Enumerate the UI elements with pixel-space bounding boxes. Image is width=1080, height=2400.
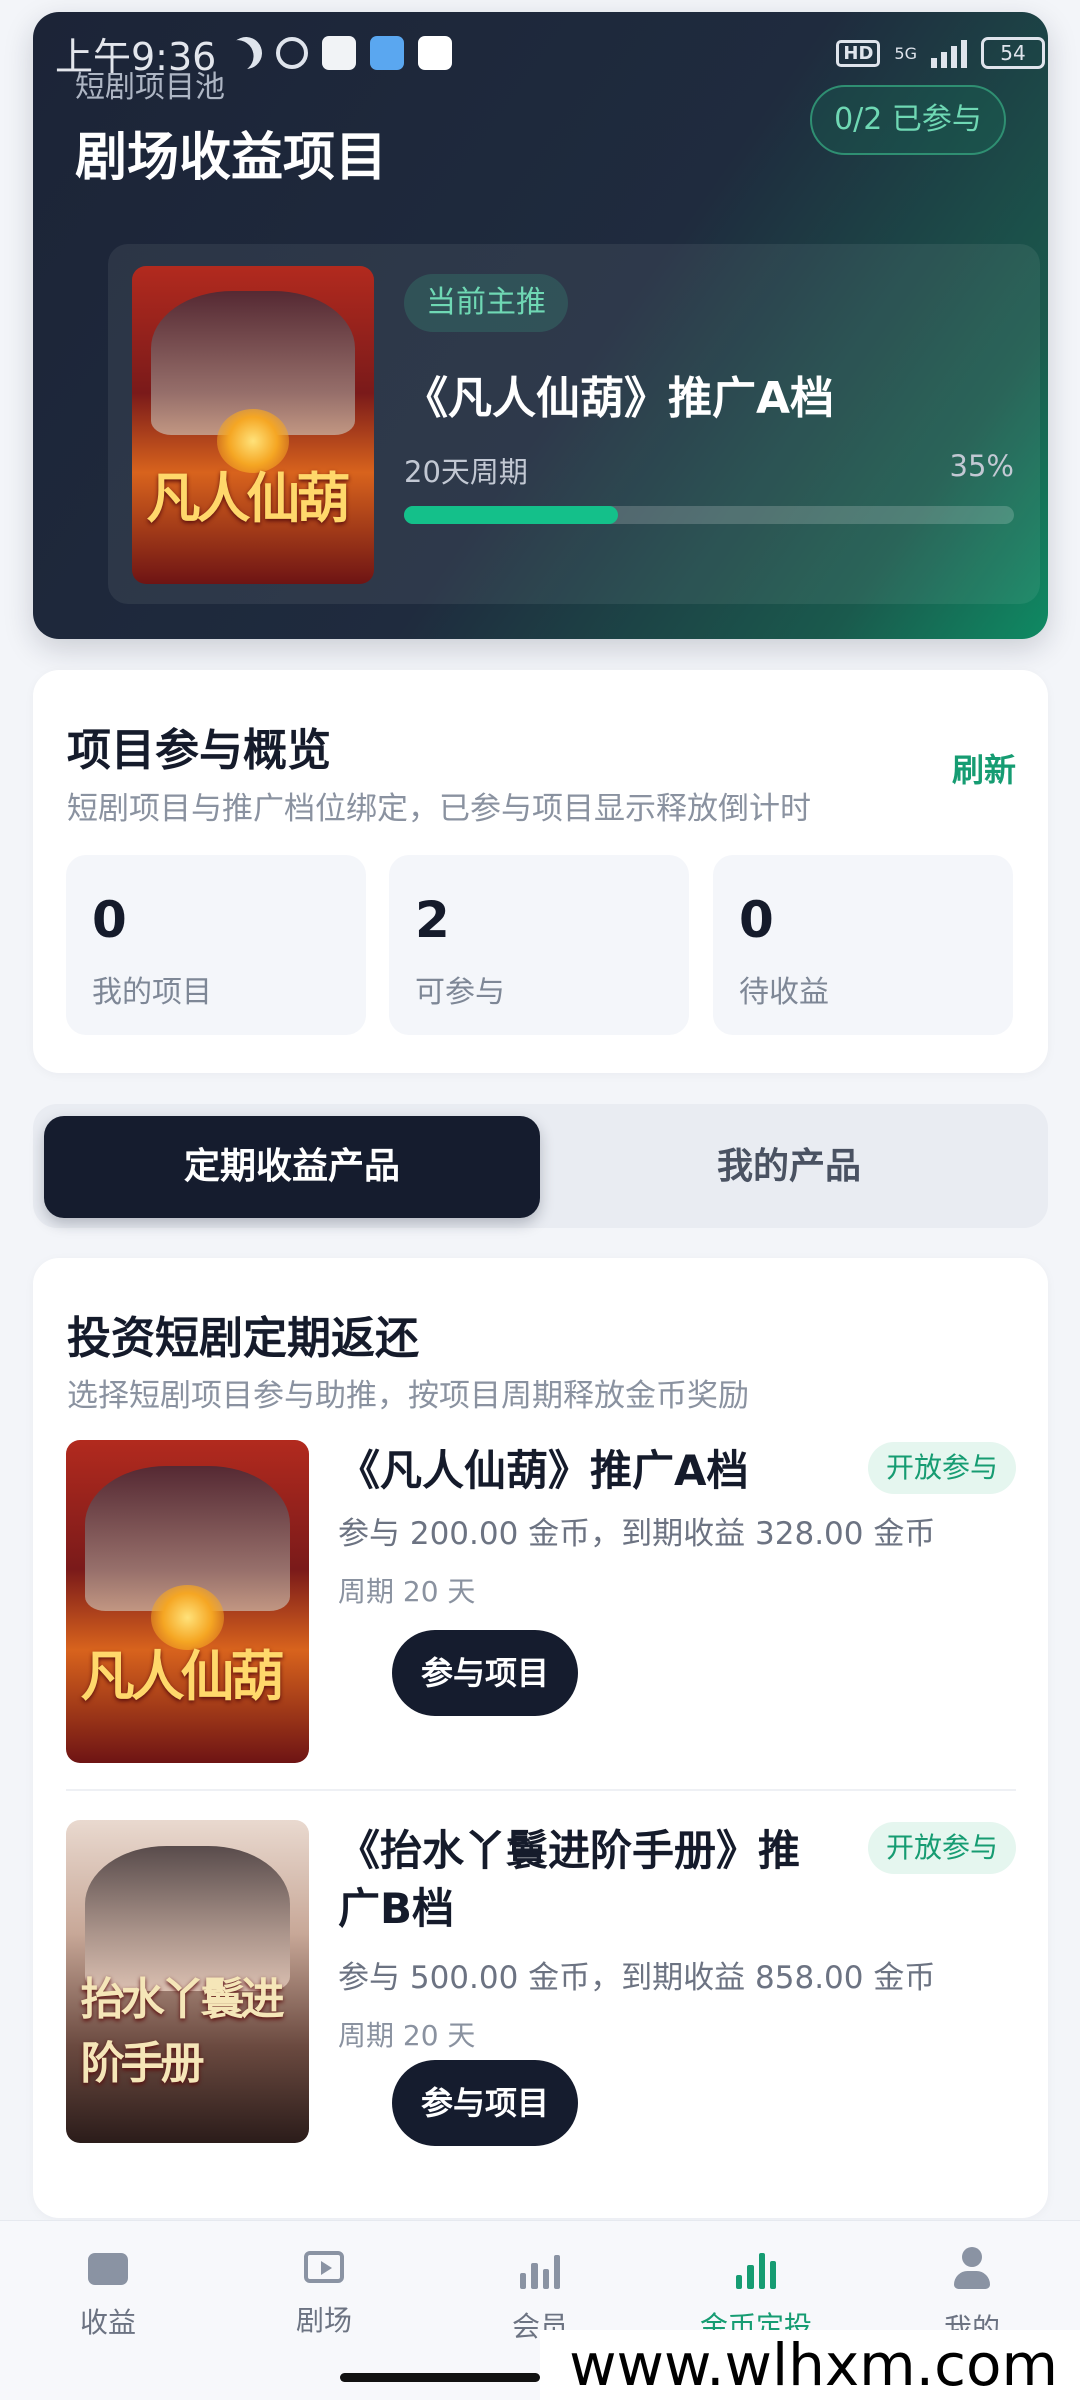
products-card: 投资短剧定期返还 选择短剧项目参与助推，按项目周期释放金币奖励 凡人仙葫 《凡人… xyxy=(33,1258,1048,2218)
watermark: www.wlhxm.com xyxy=(540,2330,1080,2400)
moon-icon xyxy=(226,32,267,73)
home-indicator[interactable] xyxy=(340,2373,540,2382)
participation-badge: 0/2 已参与 xyxy=(810,85,1006,155)
poster-text: 凡人仙葫 xyxy=(80,1644,285,1709)
product-title: 《抬水丫鬟进阶手册》推广B档 xyxy=(338,1826,801,1933)
product-period: 周期 20 天 xyxy=(338,2019,476,2052)
product-title: 《凡人仙葫》推广A档 xyxy=(338,1446,749,1495)
page-title: 剧场收益项目 xyxy=(75,128,388,188)
stat-value: 0 xyxy=(92,891,127,949)
featured-project-title: 《凡人仙葫》推广A档 xyxy=(404,373,835,424)
nav-label: 剧场 xyxy=(295,2304,352,2337)
bar-chart-icon xyxy=(736,2249,776,2289)
featured-project-card[interactable]: 凡人仙葫 当前主推 《凡人仙葫》推广A档 20天周期 35% xyxy=(108,244,1040,604)
overview-card: 项目参与概览 短剧项目与推广档位绑定，已参与项目显示释放倒计时 刷新 0 我的项… xyxy=(33,670,1048,1073)
product-period: 周期 20 天 xyxy=(338,1575,476,1608)
tab-fixed-income-products[interactable]: 定期收益产品 xyxy=(44,1116,540,1218)
stat-my-projects: 0 我的项目 xyxy=(66,855,366,1035)
featured-progress-bar xyxy=(404,506,1014,524)
featured-poster-image: 凡人仙葫 xyxy=(132,266,374,584)
overview-subtitle: 短剧项目与推广档位绑定，已参与项目显示释放倒计时 xyxy=(67,791,811,827)
products-title: 投资短剧定期返还 xyxy=(67,1313,419,1364)
stat-pending-income: 0 待收益 xyxy=(713,855,1013,1035)
divider xyxy=(66,1789,1016,1791)
status-badge: 开放参与 xyxy=(867,1442,1016,1494)
featured-progress-percent: 35% xyxy=(949,449,1014,483)
nav-item-theater[interactable]: 剧场 xyxy=(254,2243,394,2339)
stat-label: 可参与 xyxy=(415,975,505,1010)
stat-label: 待收益 xyxy=(739,975,829,1010)
user-icon xyxy=(952,2247,992,2291)
network-type: 5G xyxy=(894,43,917,63)
battery-icon: 54 xyxy=(981,37,1045,69)
overview-title: 项目参与概览 xyxy=(67,725,331,776)
list-item[interactable]: 凡人仙葫 《凡人仙葫》推广A档 开放参与 参与 200.00 金币，到期收益 3… xyxy=(66,1440,1016,1763)
play-icon xyxy=(304,2251,344,2283)
join-project-button[interactable]: 参与项目 xyxy=(392,2060,578,2146)
stat-value: 0 xyxy=(739,891,774,949)
app-notification-icon xyxy=(322,36,357,70)
poster-text: 抬水丫鬟进阶手册 xyxy=(80,1974,285,2090)
current-featured-tag: 当前主推 xyxy=(404,274,568,332)
poster-text: 凡人仙葫 xyxy=(146,466,351,531)
featured-progress-fill xyxy=(404,506,618,524)
refresh-button[interactable]: 刷新 xyxy=(952,745,1016,791)
product-poster-image: 凡人仙葫 xyxy=(66,1440,309,1763)
alarm-icon xyxy=(276,37,309,69)
product-poster-image: 抬水丫鬟进阶手册 xyxy=(66,1820,309,2143)
products-subtitle: 选择短剧项目参与助推，按项目周期释放金币奖励 xyxy=(67,1378,749,1414)
product-description: 参与 200.00 金币，到期收益 328.00 金币 xyxy=(338,1516,936,1552)
list-item[interactable]: 抬水丫鬟进阶手册 《抬水丫鬟进阶手册》推广B档 开放参与 参与 500.00 金… xyxy=(66,1820,1016,2146)
app-notification-icon xyxy=(418,36,453,70)
product-description: 参与 500.00 金币，到期收益 858.00 金币 xyxy=(338,1960,936,1996)
tab-my-products[interactable]: 我的产品 xyxy=(541,1116,1037,1218)
nav-item-income[interactable]: 收益 xyxy=(38,2243,178,2341)
stat-value: 2 xyxy=(415,891,450,949)
featured-period: 20天周期 xyxy=(404,455,528,489)
product-tabs: 定期收益产品 我的产品 xyxy=(33,1104,1048,1228)
status-badge: 开放参与 xyxy=(867,1822,1016,1874)
stat-label: 我的项目 xyxy=(92,975,212,1010)
stat-available: 2 可参与 xyxy=(389,855,689,1035)
wallet-icon xyxy=(88,2253,128,2285)
chart-icon xyxy=(520,2249,560,2289)
nav-label: 收益 xyxy=(79,2306,136,2339)
app-notification-icon xyxy=(370,36,405,70)
signal-icon xyxy=(931,38,967,68)
hero-subtitle: 短剧项目池 xyxy=(75,70,225,105)
hd-icon: HD xyxy=(836,39,881,67)
join-project-button[interactable]: 参与项目 xyxy=(392,1630,578,1716)
